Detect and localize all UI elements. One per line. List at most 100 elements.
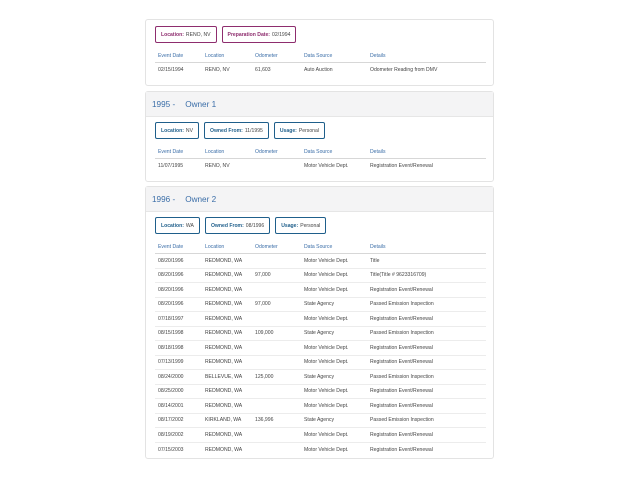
cell-data-source: Motor Vehicle Dept. xyxy=(304,446,349,453)
cell-details: Passed Emission Inspection xyxy=(370,301,434,308)
cell-data-source: Motor Vehicle Dept. xyxy=(304,402,349,409)
cell-details: Passed Emission Inspection xyxy=(370,330,434,337)
cell-details: Registration Event/Renewal xyxy=(370,446,433,453)
cell-data-source: State Agency xyxy=(304,330,335,337)
table-row: 08/20/1996 REDMOND, WA 97,000 State Agency P… xyxy=(155,298,486,312)
table-header: Event Date Location Odometer Data Source… xyxy=(155,240,486,254)
title-record-tags: Location: RENO, NV Preparation Date: 02/… xyxy=(146,26,493,43)
usage-tag-value: Personal xyxy=(298,127,319,134)
preparation-date-tag-label: Preparation Date: xyxy=(227,31,271,38)
location-tag-value: RENO, NV xyxy=(185,31,211,38)
owner-year: 1995 - xyxy=(152,99,176,109)
header-odometer: Odometer xyxy=(255,52,278,59)
table-row: 07/15/2003 REDMOND, WA Motor Vehicle Dept.… xyxy=(155,443,486,458)
cell-details: Registration Event/Renewal xyxy=(370,315,433,322)
header-event-date: Event Date xyxy=(158,52,184,59)
cell-location: REDMOND, WA xyxy=(205,431,243,438)
cell-location: REDMOND, WA xyxy=(205,257,243,264)
cell-location: REDMOND, WA xyxy=(205,272,243,279)
cell-details: Registration Event/Renewal xyxy=(370,402,433,409)
cell-details: Passed Emission Inspection xyxy=(370,417,434,424)
cell-location: REDMOND, WA xyxy=(205,402,243,409)
cell-event-date: 08/15/1998 xyxy=(158,330,184,337)
cell-data-source: Motor Vehicle Dept. xyxy=(304,359,349,366)
cell-data-source: State Agency xyxy=(304,373,335,380)
table-row: 08/24/2000 BELLEVUE, WA 125,000 State Agenc… xyxy=(155,370,486,385)
cell-data-source: Motor Vehicle Dept. xyxy=(304,286,349,293)
location-tag-value: WA xyxy=(185,222,194,229)
cell-location: REDMOND, WA xyxy=(205,301,243,308)
cell-data-source: Motor Vehicle Dept. xyxy=(304,388,349,395)
cell-odometer: 97,000 xyxy=(255,272,271,279)
usage-tag-label: Usage: xyxy=(281,222,299,229)
cell-location: REDMOND, WA xyxy=(205,388,243,395)
cell-data-source: Motor Vehicle Dept. xyxy=(304,272,349,279)
header-location: Location xyxy=(205,148,225,155)
cell-data-source: Motor Vehicle Dept. xyxy=(304,431,349,438)
header-location: Location xyxy=(205,52,225,59)
header-data-source: Data Source xyxy=(304,148,333,155)
cell-event-date: 07/15/2003 xyxy=(158,446,184,453)
table-body: 11/07/1995 RENO, NV Motor Vehicle Dept. Reg… xyxy=(155,159,486,174)
table-row: 08/20/1996 REDMOND, WA 97,000 Motor Vehicle… xyxy=(155,269,486,283)
location-tag-label: Location: xyxy=(161,127,184,134)
owned-from-tag-value: 08/1996 xyxy=(245,222,265,229)
cell-odometer: 109,000 xyxy=(255,330,274,337)
cell-details: Title(Title # 9623316709) xyxy=(370,272,427,279)
cell-event-date: 08/20/1996 xyxy=(158,272,184,279)
cell-details: Title xyxy=(370,257,380,264)
owner-history-table: Event Date Location Odometer Data Source… xyxy=(155,240,486,457)
cell-location: REDMOND, WA xyxy=(205,446,243,453)
cell-event-date: 08/24/2000 xyxy=(158,373,184,380)
cell-data-source: Motor Vehicle Dept. xyxy=(304,344,349,351)
cell-odometer: 97,000 xyxy=(255,301,271,308)
cell-details: Registration Event/Renewal xyxy=(370,286,433,293)
cell-event-date: 07/13/1999 xyxy=(158,359,184,366)
usage-tag-label: Usage: xyxy=(279,127,297,134)
cell-event-date: 08/20/1996 xyxy=(158,301,184,308)
cell-event-date: 07/18/1997 xyxy=(158,315,184,322)
cell-event-date: 08/20/1996 xyxy=(158,257,184,264)
owner-2-card: 1996 - Owner 2 Location: WA Owned From: … xyxy=(145,186,494,459)
usage-tag-value: Personal xyxy=(300,222,321,229)
cell-event-date: 08/17/2002 xyxy=(158,417,184,424)
location-tag: Location: RENO, NV xyxy=(155,26,217,43)
cell-data-source: Motor Vehicle Dept. xyxy=(304,315,349,322)
location-tag-label: Location: xyxy=(161,222,184,229)
owner-history-table: Event Date Location Odometer Data Source… xyxy=(155,145,486,174)
cell-odometer: 136,996 xyxy=(255,417,274,424)
cell-location: REDMOND, WA xyxy=(205,330,243,337)
owner-1-card: 1995 - Owner 1 Location: NV Owned From: … xyxy=(145,91,494,182)
cell-data-source: Motor Vehicle Dept. xyxy=(304,257,349,264)
header-details: Details xyxy=(370,52,386,59)
owner-tags: Location: WA Owned From: 08/1996 Usage: … xyxy=(146,217,493,234)
cell-location: RENO, NV xyxy=(205,67,230,74)
table-row: 08/19/2002 REDMOND, WA Motor Vehicle Dept.… xyxy=(155,428,486,443)
cell-details: Registration Event/Renewal xyxy=(370,344,433,351)
cell-data-source: State Agency xyxy=(304,301,335,308)
title-record-card: Location: RENO, NV Preparation Date: 02/… xyxy=(145,19,494,86)
owner-label: Owner 2 xyxy=(185,194,217,204)
location-tag-value: NV xyxy=(185,127,193,134)
owned-from-tag: Owned From: 11/1995 xyxy=(204,122,269,139)
owned-from-tag-label: Owned From: xyxy=(210,127,243,134)
header-odometer: Odometer xyxy=(255,148,278,155)
header-odometer: Odometer xyxy=(255,243,278,250)
table-row: 02/15/1994 RENO, NV 61,603 Auto Auction Odom… xyxy=(155,63,486,78)
table-row: 11/07/1995 RENO, NV Motor Vehicle Dept. Reg… xyxy=(155,159,486,174)
cell-event-date: 11/07/1995 xyxy=(158,163,184,170)
preparation-date-tag: Preparation Date: 02/1994 xyxy=(221,26,297,43)
cell-event-date: 02/15/1994 xyxy=(158,67,184,74)
cell-location: REDMOND, WA xyxy=(205,344,243,351)
table-row: 08/15/1998 REDMOND, WA 109,000 State Agency… xyxy=(155,327,486,341)
table-row: 07/13/1999 REDMOND, WA Motor Vehicle Dept.… xyxy=(155,356,486,370)
cell-location: REDMOND, WA xyxy=(205,359,243,366)
header-event-date: Event Date xyxy=(158,243,184,250)
cell-event-date: 08/19/2002 xyxy=(158,431,184,438)
cell-odometer: 125,000 xyxy=(255,373,274,380)
title-record-table: Event Date Location Odometer Data Source… xyxy=(155,49,486,78)
owner-tags: Location: NV Owned From: 11/1995 Usage: … xyxy=(146,122,493,139)
header-event-date: Event Date xyxy=(158,148,184,155)
usage-tag: Usage: Personal xyxy=(275,217,327,234)
preparation-date-tag-value: 02/1994 xyxy=(272,31,291,38)
